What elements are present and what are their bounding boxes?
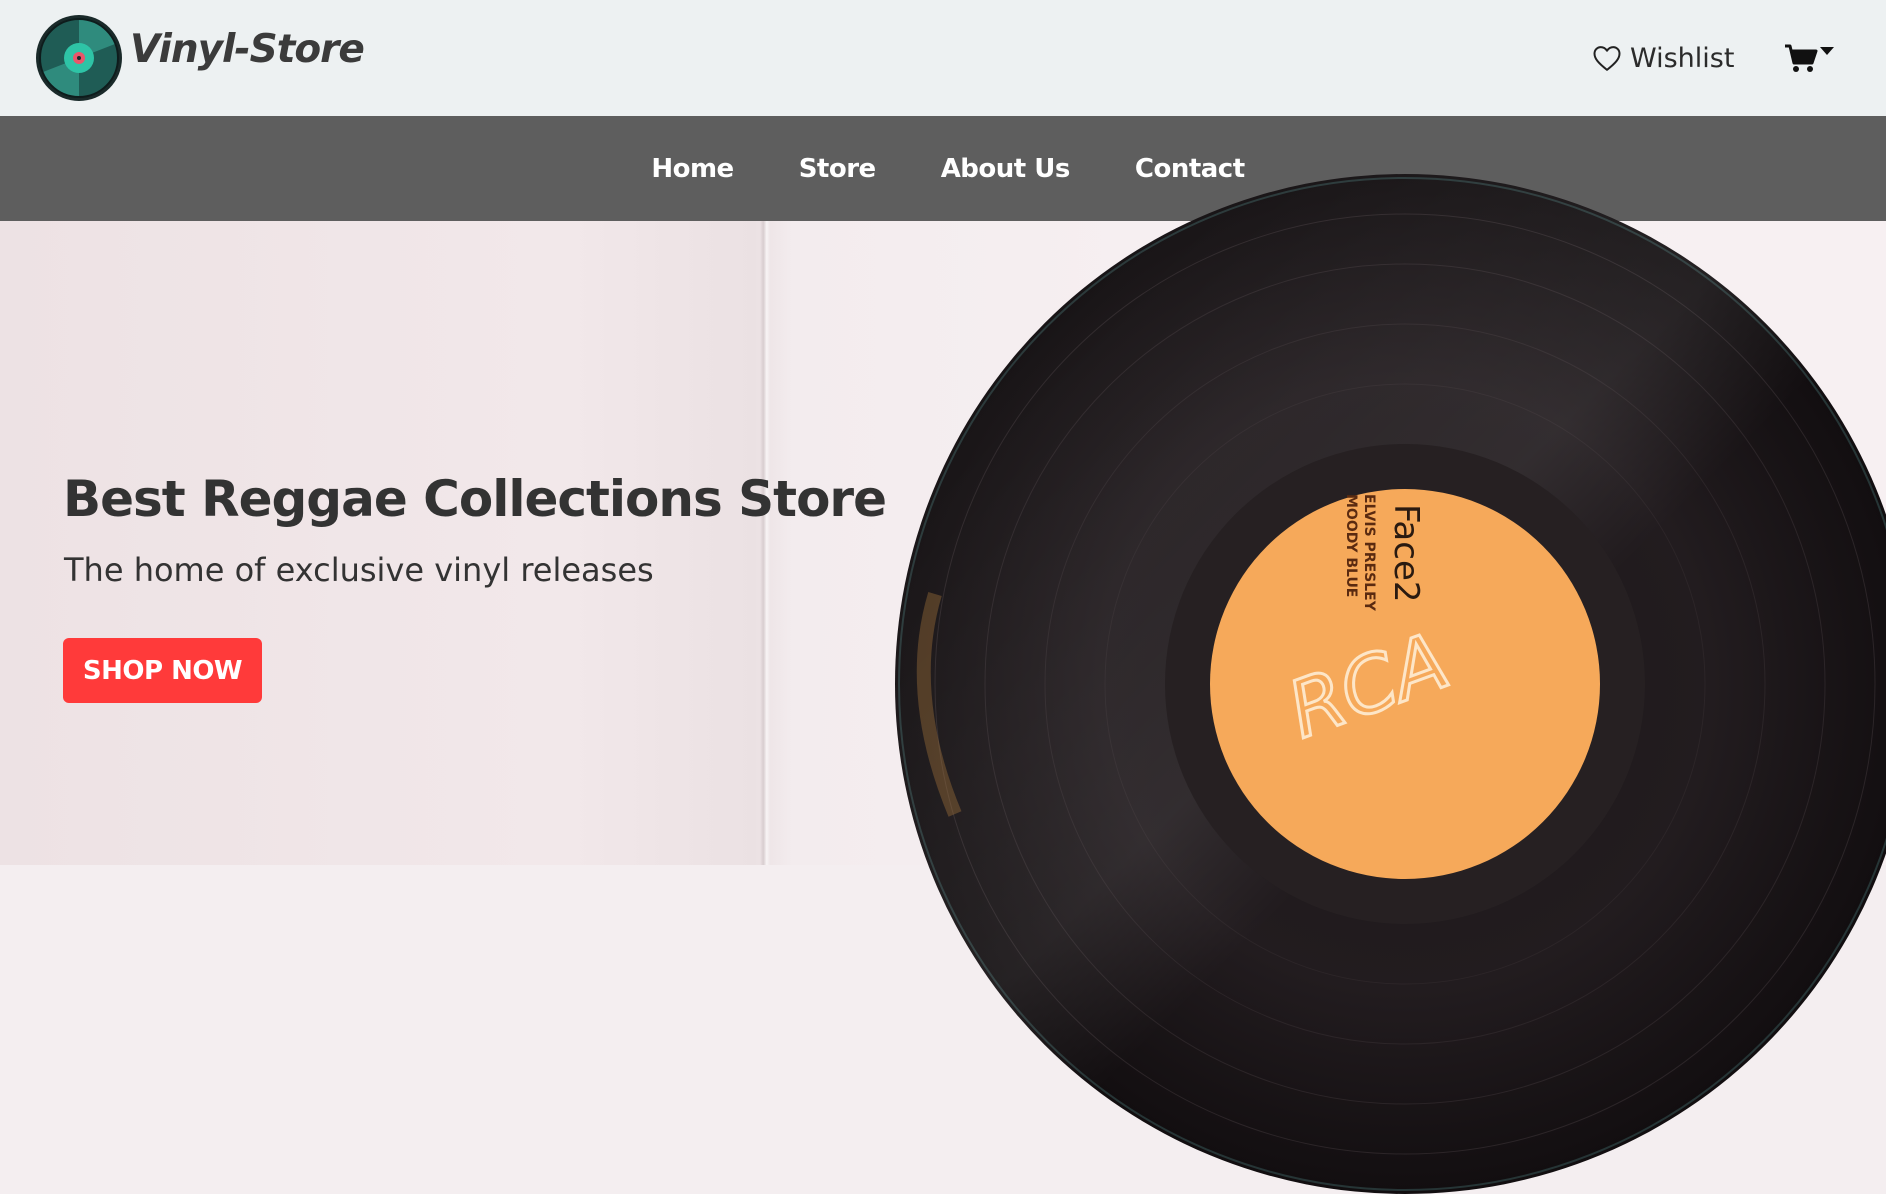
cart-icon	[1785, 44, 1818, 72]
hero-title: Best Reggae Collections Store	[63, 470, 887, 528]
site-header: Vinyl-Store Wishlist	[0, 0, 1886, 116]
nav-item-home[interactable]: Home	[651, 154, 734, 184]
wishlist-label: Wishlist	[1630, 42, 1735, 74]
album-sleeve-fold	[760, 221, 770, 865]
vinyl-record-icon[interactable]	[35, 14, 123, 102]
record-label-album: MOODY BLUE	[1343, 494, 1359, 597]
heart-icon	[1593, 46, 1621, 71]
shop-now-button[interactable]: SHOP NOW	[63, 638, 262, 703]
wishlist-link[interactable]: Wishlist	[1592, 38, 1734, 78]
nav-item-store[interactable]: Store	[799, 154, 876, 184]
caret-down-icon	[1820, 47, 1834, 55]
brand-name[interactable]: Vinyl-Store	[130, 22, 365, 78]
vinyl-record-image: RCA Face2 ELVIS PRESLEY MOODY BLUE	[895, 174, 1886, 1194]
record-label-artist: ELVIS PRESLEY	[1361, 494, 1377, 612]
cart-button[interactable]	[1784, 40, 1834, 76]
record-label-side: Face2	[1386, 504, 1426, 603]
hero-subtitle: The home of exclusive vinyl releases	[64, 551, 654, 589]
